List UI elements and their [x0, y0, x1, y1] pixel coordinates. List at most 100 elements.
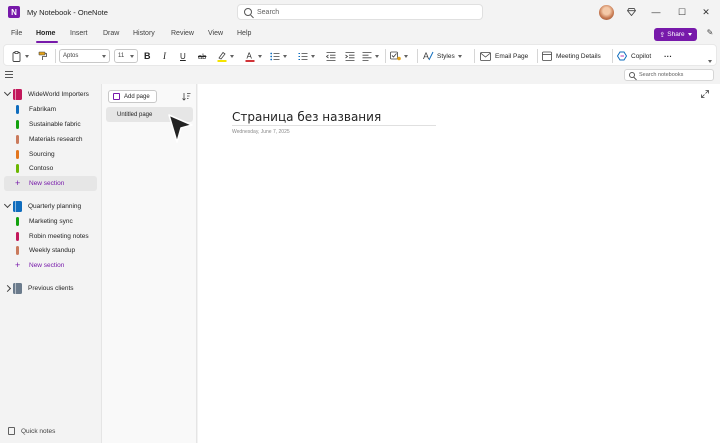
ribbon: Aptos 11 B I U ab A A Styles Email Page … [3, 44, 717, 66]
svg-text:A: A [247, 51, 253, 60]
chevron-down-icon [102, 54, 106, 58]
new-section-button[interactable]: + New section [0, 258, 97, 273]
font-size-value: 11 [118, 53, 125, 59]
plus-icon: + [15, 260, 21, 270]
italic-button[interactable]: I [163, 49, 166, 63]
sort-icon[interactable] [182, 92, 191, 101]
notebook-label: Previous clients [28, 285, 74, 292]
menu-bar: File Home Insert Draw History Review Vie… [0, 26, 720, 44]
tab-view[interactable]: View [208, 30, 223, 37]
section-contoso[interactable]: Contoso [0, 161, 97, 176]
envelope-icon [480, 51, 491, 61]
section-marketing-sync[interactable]: Marketing sync [0, 214, 97, 229]
chevron-down-icon [283, 54, 287, 58]
styles-label: Styles [437, 52, 455, 60]
notebook-previous-clients[interactable]: Previous clients [0, 281, 97, 296]
meeting-details-button[interactable]: Meeting Details [542, 49, 601, 63]
tab-help[interactable]: Help [237, 30, 251, 37]
copilot-button[interactable]: Copilot [617, 49, 651, 63]
chevron-down-icon [230, 54, 234, 58]
notebook-icon [13, 283, 22, 294]
maximize-button[interactable]: ☐ [676, 6, 688, 18]
diamond-icon[interactable] [627, 8, 636, 16]
indent-button[interactable] [345, 49, 355, 63]
search-icon [244, 8, 252, 16]
page-list-item-label: Untitled page [117, 111, 153, 118]
align-button[interactable] [362, 49, 379, 63]
tab-insert[interactable]: Insert [70, 30, 88, 37]
styles-button[interactable]: A Styles [423, 49, 462, 63]
share-icon: ⇪ [659, 31, 666, 39]
tab-home[interactable]: Home [36, 30, 55, 37]
minimize-button[interactable]: — [650, 6, 662, 18]
share-button[interactable]: ⇪ Share [654, 28, 697, 41]
notebook-wideworld-importers[interactable]: WideWorld Importers [0, 87, 97, 102]
chevron-down-icon [258, 54, 262, 58]
add-page-label: Add page [124, 93, 150, 100]
search-notebooks-input[interactable]: Search notebooks [624, 69, 714, 81]
notebook-icon [13, 201, 22, 212]
tag-button[interactable] [390, 49, 408, 63]
highlighter-icon [217, 51, 227, 62]
section-color-tab [16, 120, 19, 129]
chevron-right-icon [3, 284, 12, 293]
search-placeholder: Search [257, 8, 280, 16]
new-section-button[interactable]: + New section [4, 176, 97, 191]
section-color-tab [16, 105, 19, 114]
tab-draw[interactable]: Draw [103, 30, 119, 37]
expand-icon[interactable] [701, 90, 709, 98]
tab-file[interactable]: File [11, 30, 22, 37]
section-weekly-standup[interactable]: Weekly standup [0, 243, 97, 258]
outdent-button[interactable] [326, 49, 336, 63]
format-painter-button[interactable] [38, 49, 48, 63]
avatar[interactable] [599, 5, 614, 20]
section-color-tab [16, 232, 19, 241]
chevron-down-icon [3, 88, 12, 97]
title-bar: N My Notebook - OneNote Search — ☐ ✕ [0, 0, 720, 26]
section-fabrikam[interactable]: Fabrikam [0, 102, 97, 117]
font-name-select[interactable]: Aptos [59, 49, 110, 63]
styles-icon: A [423, 51, 434, 61]
paste-button[interactable] [12, 49, 29, 63]
copilot-icon [617, 51, 628, 61]
meeting-details-label: Meeting Details [556, 52, 601, 60]
font-color-button[interactable]: A [245, 49, 262, 63]
section-materials-research[interactable]: Materials research [0, 132, 97, 147]
add-page-button[interactable]: Add page [108, 90, 157, 103]
pencil-icon[interactable]: ✎ [704, 28, 716, 40]
section-color-tab [16, 135, 19, 144]
more-options-button[interactable]: ··· [664, 49, 672, 63]
section-label: Marketing sync [29, 218, 73, 225]
section-label: Fabrikam [29, 106, 57, 113]
bold-button[interactable]: B [144, 49, 151, 63]
add-page-icon [113, 93, 120, 100]
svg-text:A: A [423, 51, 429, 61]
font-size-select[interactable]: 11 [114, 49, 138, 63]
numbering-button[interactable] [298, 49, 315, 63]
page-canvas[interactable]: Страница без названия Wednesday, June 7,… [198, 84, 720, 443]
quick-notes-button[interactable]: Quick notes [0, 424, 101, 439]
tab-history[interactable]: History [133, 30, 155, 37]
bullets-button[interactable] [270, 49, 287, 63]
window-title: My Notebook - OneNote [27, 8, 108, 17]
search-icon [629, 72, 635, 78]
page-title[interactable]: Страница без названия [232, 110, 436, 126]
strikethrough-button[interactable]: ab [198, 49, 206, 63]
font-name-value: Aptos [63, 53, 79, 59]
section-sustainable-fabric[interactable]: Sustainable fabric [0, 117, 97, 132]
notebook-quarterly-planning[interactable]: Quarterly planning [0, 199, 97, 214]
plus-icon: + [15, 178, 21, 188]
section-sourcing[interactable]: Sourcing [0, 147, 97, 162]
underline-button[interactable]: U [180, 49, 186, 63]
hamburger-menu-icon[interactable] [5, 71, 13, 78]
section-label: Robin meeting notes [29, 233, 89, 240]
tab-review[interactable]: Review [171, 30, 194, 37]
close-button[interactable]: ✕ [700, 6, 712, 18]
format-painter-icon [38, 51, 47, 60]
email-page-button[interactable]: Email Page [480, 49, 528, 63]
section-robin-meeting-notes[interactable]: Robin meeting notes [0, 229, 97, 244]
align-left-icon [362, 51, 372, 61]
search-box[interactable]: Search [237, 4, 483, 20]
section-color-tab [16, 150, 19, 159]
highlight-button[interactable] [217, 49, 234, 63]
